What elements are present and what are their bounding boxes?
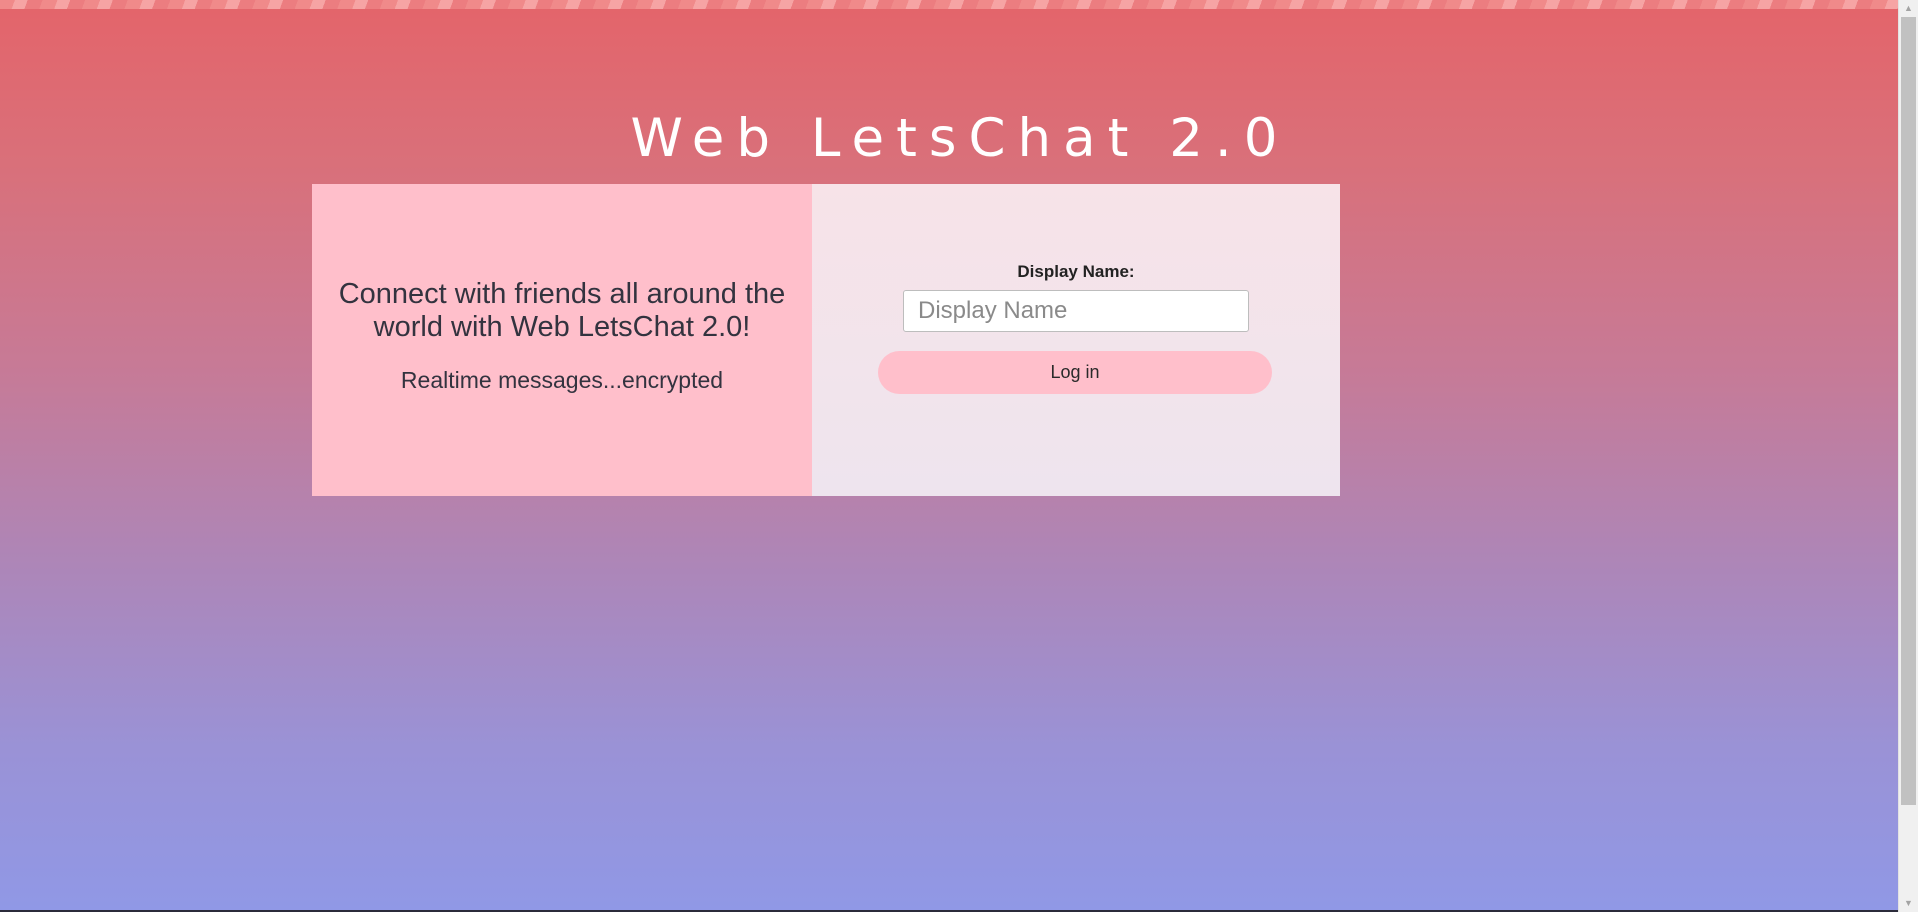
login-form: Display Name: Log in xyxy=(812,184,1340,496)
display-name-label: Display Name: xyxy=(1017,262,1135,281)
intro-tagline: Connect with friends all around the worl… xyxy=(338,278,786,343)
login-button[interactable]: Log in xyxy=(878,351,1272,394)
page-title: Web LetsChat 2.0 xyxy=(630,108,1290,169)
decorative-top-strip xyxy=(0,0,1898,9)
page-scrollbar[interactable]: ▲ ▼ xyxy=(1898,0,1918,912)
chevron-up-icon[interactable]: ▲ xyxy=(1899,0,1918,17)
chevron-down-icon[interactable]: ▼ xyxy=(1899,895,1918,912)
login-card: Connect with friends all around the worl… xyxy=(312,184,1340,496)
intro-panel: Connect with friends all around the worl… xyxy=(312,184,812,496)
intro-subtitle: Realtime messages...encrypted xyxy=(400,367,724,393)
scroll-thumb[interactable] xyxy=(1901,17,1916,805)
display-name-input[interactable] xyxy=(903,290,1249,332)
